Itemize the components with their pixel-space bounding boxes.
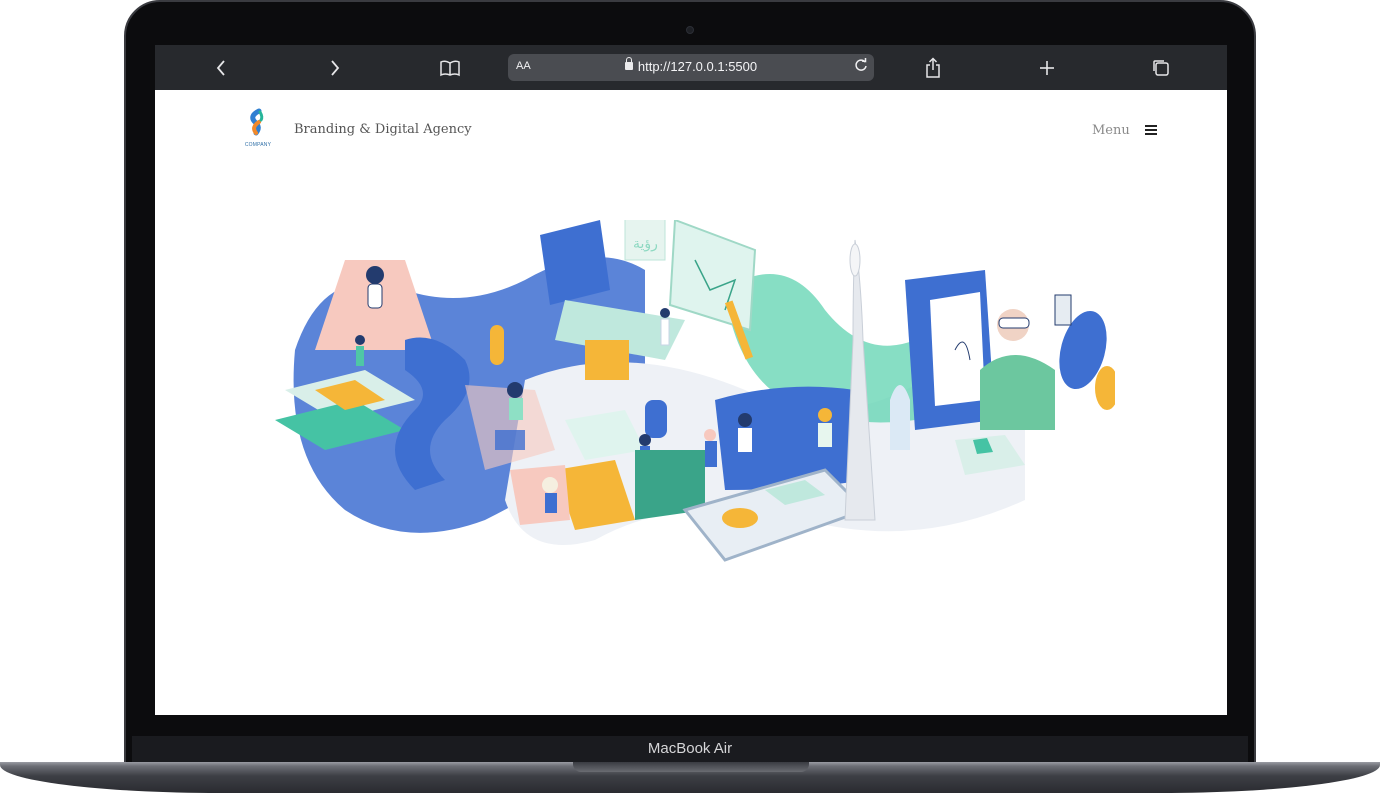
bookmarks-icon[interactable] (439, 57, 461, 79)
vr-body (980, 355, 1055, 430)
person-listener (818, 408, 832, 422)
url-display: http://127.0.0.1:5500 (508, 57, 874, 74)
small-tower (890, 385, 910, 450)
person-standing (639, 434, 651, 446)
person-small (355, 335, 365, 345)
laptop-prop (495, 430, 525, 450)
orange-coin (722, 508, 758, 528)
lock-icon (624, 57, 633, 70)
forward-icon[interactable] (324, 57, 346, 79)
svg-text:رؤية: رؤية (633, 236, 658, 252)
person-hijab (704, 429, 716, 441)
model-label: MacBook Air (647, 740, 733, 757)
presentation-wall (715, 386, 865, 490)
address-bar[interactable]: AA http://127.0.0.1:5500 (508, 54, 874, 81)
logo-text: COMPANY (244, 142, 272, 148)
hero-illustration: رؤية (275, 220, 1115, 562)
site-tagline: Branding & Digital Agency (294, 122, 472, 137)
web-page: COMPANY Branding & Digital Agency Menu ر… (155, 90, 1227, 715)
person-designer (507, 382, 523, 398)
back-icon[interactable] (210, 57, 232, 79)
vr-headset (998, 317, 1030, 329)
reload-icon[interactable] (854, 58, 868, 76)
yellow-crate (585, 340, 629, 380)
browser-toolbar: AA http://127.0.0.1:5500 (155, 45, 1227, 90)
orange-disc (1095, 366, 1115, 410)
device-card (1054, 294, 1072, 326)
person-photographer (366, 266, 384, 284)
company-logo[interactable]: COMPANY (237, 108, 279, 154)
share-icon[interactable] (922, 57, 944, 79)
armchair (645, 400, 667, 438)
person-scientist (660, 308, 670, 318)
pink-room (510, 465, 570, 525)
yellow-capsule (490, 325, 504, 365)
laptop-notch (573, 762, 809, 772)
person-arms-up (542, 477, 558, 493)
person-presenter (738, 413, 752, 427)
vr-panel (930, 292, 985, 406)
monitor (668, 220, 757, 332)
new-tab-icon[interactable] (1036, 57, 1058, 79)
screen: AA http://127.0.0.1:5500 COMPANY Brandin… (155, 45, 1227, 715)
menu-button[interactable]: Menu (1092, 123, 1130, 138)
hamburger-icon[interactable] (1145, 125, 1157, 135)
url-text: http://127.0.0.1:5500 (637, 59, 758, 74)
tabs-icon[interactable] (1150, 57, 1172, 79)
camera-icon (686, 26, 694, 34)
lab-wall (540, 220, 610, 305)
